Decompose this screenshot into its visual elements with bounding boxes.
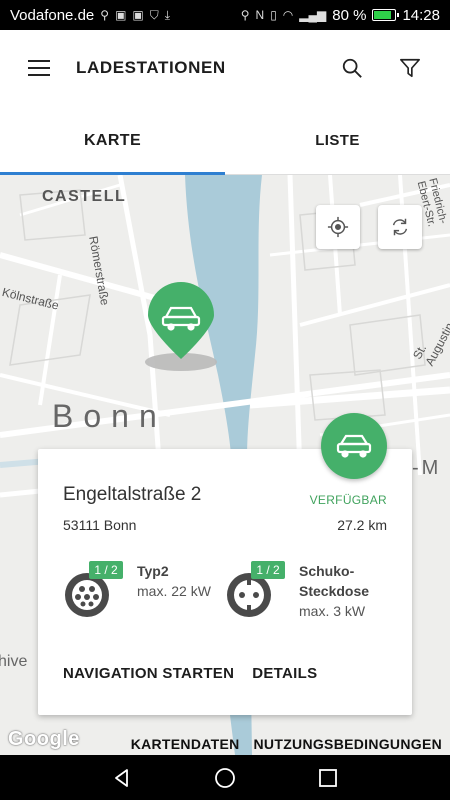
map-data-link[interactable]: KARTENDATEN: [131, 736, 240, 752]
signal-icon: ▂▄▆: [299, 8, 327, 22]
status-badge: VERFÜGBAR: [309, 493, 387, 507]
battery-percent: 80 %: [332, 6, 367, 24]
refresh-icon: [392, 218, 408, 236]
connector-typ2: 1 / 2 Typ2 max. 22 kW: [61, 561, 211, 617]
station-distance: 27.2 km: [337, 517, 387, 533]
page-title: LADESTATIONEN: [76, 58, 226, 77]
back-icon: [114, 768, 128, 787]
search-icon: [342, 58, 362, 78]
station-marker[interactable]: [140, 279, 224, 375]
wifi-icon: ◠: [282, 8, 294, 22]
clock: 14:28: [402, 6, 440, 24]
vibrate-icon: ▯: [270, 8, 277, 22]
recents-icon: [319, 768, 338, 787]
battery-icon: [372, 9, 400, 21]
notification-icon: ▣: [115, 8, 127, 22]
connector-name: Schuko-: [299, 563, 355, 579]
car-icon: [336, 434, 372, 458]
map-label-castell: CASTELL: [42, 188, 127, 205]
availability-badge: 1 / 2: [251, 561, 285, 579]
start-navigation-button[interactable]: NAVIGATION STARTEN: [63, 665, 234, 682]
connector-power: max. 3 kW: [299, 603, 366, 619]
availability-badge: 1 / 2: [89, 561, 123, 579]
carrier-label: Vodafone.de: [10, 6, 95, 24]
details-button[interactable]: DETAILS: [252, 665, 317, 682]
shield-icon: ⛉: [149, 7, 159, 22]
download-icon: ⤓: [164, 7, 171, 22]
status-bar: Vodafone.de ⚲ ▣ ▣ ⛉ ⤓ ⚲ N ▯ ◠ ▂▄▆ 80 % 1…: [0, 0, 450, 30]
notification-icon: ▣: [132, 8, 144, 22]
home-button[interactable]: [205, 758, 245, 798]
system-nav-bar: [0, 755, 450, 800]
crosshair-icon: [327, 216, 349, 238]
filter-button[interactable]: [390, 48, 430, 88]
map-label-hive: hive: [0, 653, 28, 670]
connector-name: Typ2: [137, 563, 169, 579]
back-button[interactable]: [102, 758, 142, 798]
app-bar: LADESTATIONEN: [0, 30, 450, 106]
map-label-m: -M: [412, 457, 442, 479]
search-button[interactable]: [332, 48, 372, 88]
filter-icon: [400, 58, 420, 78]
connector-name-line2: Steckdose: [299, 583, 370, 599]
station-card[interactable]: Engeltalstraße 2 VERFÜGBAR 53111 Bonn 27…: [38, 449, 412, 715]
tab-karte[interactable]: KARTE: [0, 106, 225, 175]
map-label-bonn: Bonn: [52, 398, 167, 434]
locate-button[interactable]: [316, 205, 360, 249]
station-street: Engeltalstraße 2: [63, 484, 202, 505]
refresh-button[interactable]: [378, 205, 422, 249]
usb-icon: ⚲: [100, 8, 110, 22]
home-icon: [215, 767, 235, 788]
connector-power: max. 22 kW: [137, 583, 211, 599]
recents-button[interactable]: [308, 758, 348, 798]
nfc-icon: N: [255, 8, 265, 22]
connector-schuko: 1 / 2 Schuko- Steckdose max. 3 kW: [223, 561, 369, 621]
location-icon: ⚲: [240, 8, 250, 22]
terms-link[interactable]: NUTZUNGSBEDINGUNGEN: [254, 736, 442, 752]
tab-liste[interactable]: LISTE: [225, 106, 450, 175]
station-city: 53111 Bonn: [63, 517, 137, 533]
google-logo: Google: [8, 728, 80, 750]
tab-bar: KARTE LISTE: [0, 106, 450, 175]
station-fab[interactable]: [321, 413, 387, 479]
hamburger-menu-icon[interactable]: [28, 60, 50, 76]
